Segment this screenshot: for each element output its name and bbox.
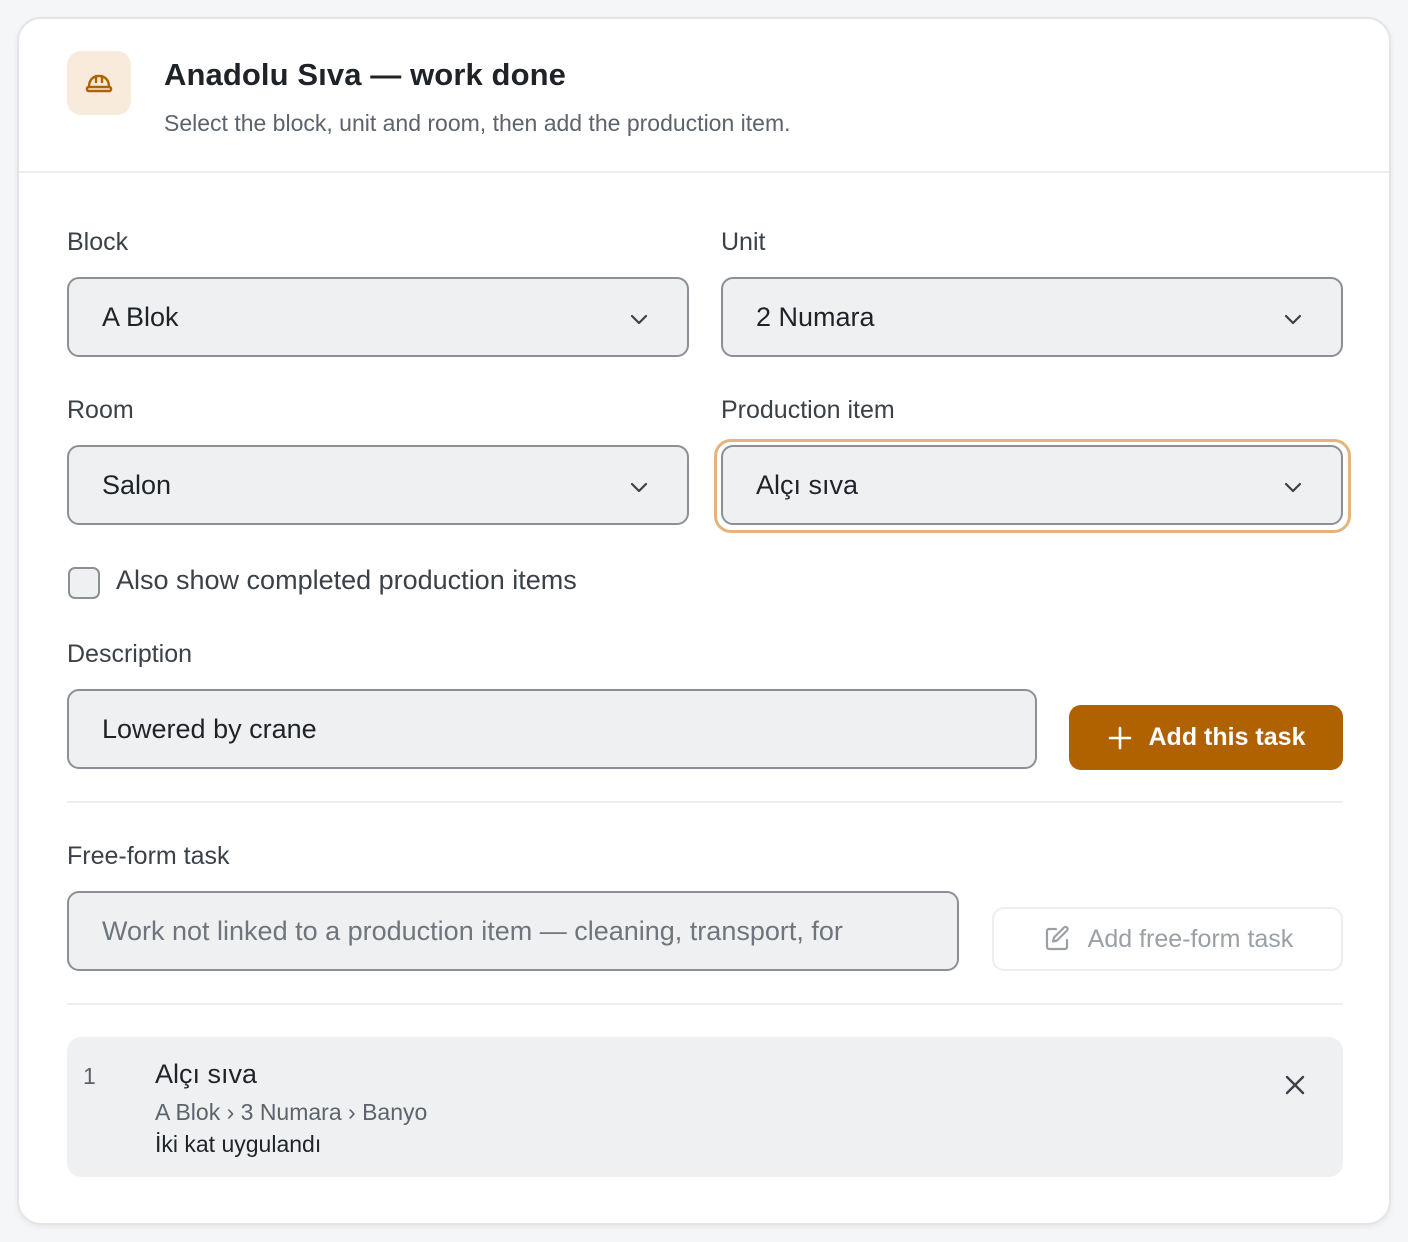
chevron-down-icon	[630, 314, 648, 325]
chevron-down-icon	[630, 482, 648, 493]
section-divider	[67, 1003, 1343, 1005]
page-subtitle: Select the block, unit and room, then ad…	[164, 110, 791, 136]
unit-select-value: 2 Numara	[756, 301, 875, 332]
production-item-select-value: Alçı sıva	[756, 469, 859, 500]
task-number: 1	[83, 1063, 96, 1089]
add-task-button-label: Add this task	[1148, 723, 1306, 751]
section-divider	[67, 801, 1343, 803]
chevron-down-icon	[1284, 482, 1302, 493]
unit-label: Unit	[721, 228, 766, 256]
task-location-path: A Blok › 3 Numara › Banyo	[155, 1099, 428, 1125]
chevron-down-icon	[1284, 314, 1302, 325]
hard-hat-icon	[67, 51, 131, 115]
task-list-item: 1 Alçı sıva A Blok › 3 Numara › Banyo İk…	[67, 1037, 1343, 1177]
edit-icon	[1045, 925, 1069, 951]
work-done-card: Anadolu Sıva — work done Select the bloc…	[17, 17, 1391, 1225]
task-title: Alçı sıva	[155, 1059, 258, 1089]
unit-select[interactable]: 2 Numara	[721, 277, 1343, 357]
add-free-form-task-button[interactable]: Add free-form task	[992, 907, 1343, 971]
add-free-form-task-label: Add free-form task	[1087, 924, 1294, 953]
description-input-value: Lowered by crane	[102, 713, 317, 744]
room-label: Room	[67, 396, 134, 424]
room-select-value: Salon	[102, 469, 172, 500]
production-item-label: Production item	[721, 396, 895, 424]
plus-icon	[1108, 726, 1131, 749]
block-label: Block	[67, 228, 129, 256]
description-label: Description	[67, 640, 193, 668]
card-header: Anadolu Sıva — work done Select the bloc…	[19, 19, 1389, 173]
task-description: İki kat uygulandı	[155, 1131, 322, 1157]
block-select-value: A Blok	[102, 301, 179, 332]
block-select[interactable]: A Blok	[67, 277, 689, 357]
show-completed-checkbox[interactable]	[68, 567, 100, 599]
show-completed-label[interactable]: Also show completed production items	[116, 565, 577, 596]
free-form-input[interactable]: Work not linked to a production item — c…	[67, 891, 959, 971]
add-task-button[interactable]: Add this task	[1069, 705, 1343, 770]
room-select[interactable]: Salon	[67, 445, 689, 525]
page-title: Anadolu Sıva — work done	[164, 57, 567, 92]
description-input[interactable]: Lowered by crane	[67, 689, 1037, 769]
production-item-select[interactable]: Alçı sıva	[721, 445, 1343, 525]
free-form-label: Free-form task	[67, 842, 230, 870]
close-icon[interactable]	[1283, 1073, 1307, 1097]
free-form-placeholder: Work not linked to a production item — c…	[102, 915, 843, 946]
